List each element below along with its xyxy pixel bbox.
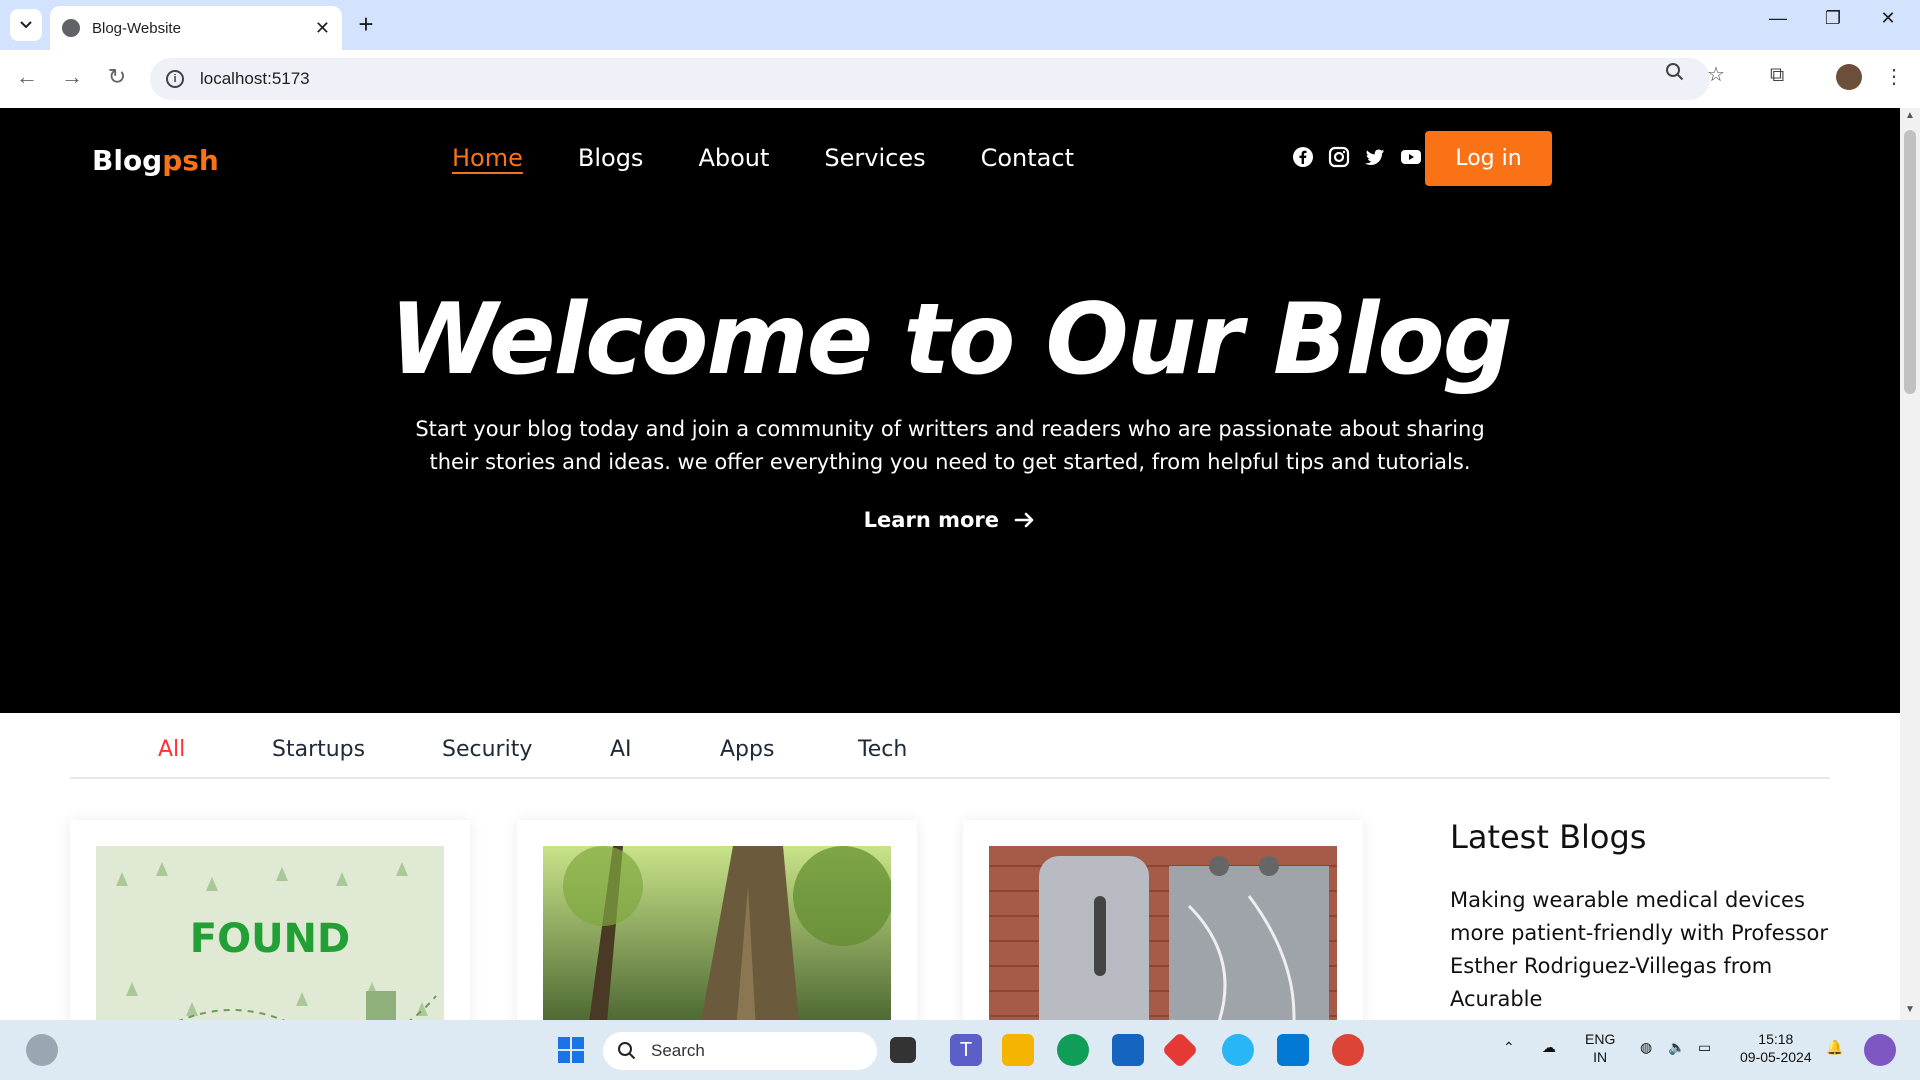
nav-services[interactable]: Services — [824, 144, 925, 172]
address-bar[interactable]: i localhost:5173 — [150, 58, 1710, 100]
tab-search-button[interactable] — [10, 9, 42, 41]
category-tabs: All Startups Security AI Apps Tech — [70, 713, 1830, 779]
language-indicator[interactable]: ENG IN — [1585, 1030, 1615, 1066]
bookmark-star-icon[interactable]: ☆ — [1707, 62, 1725, 87]
reload-button[interactable]: ↻ — [102, 64, 132, 90]
globe-icon — [62, 19, 80, 37]
new-tab-button[interactable]: + — [352, 9, 380, 39]
site-info-icon[interactable]: i — [166, 70, 184, 88]
social-links — [1292, 146, 1422, 168]
chevron-down-icon — [20, 21, 32, 29]
blog-card[interactable] — [517, 820, 917, 1020]
vscode-icon[interactable] — [1277, 1034, 1309, 1066]
teams-icon[interactable]: T — [950, 1034, 982, 1066]
blog-card[interactable] — [963, 820, 1363, 1020]
weather-widget-icon[interactable] — [26, 1034, 58, 1066]
copilot-icon[interactable] — [1864, 1034, 1896, 1066]
more-menu-icon[interactable]: ⋮ — [1884, 64, 1904, 89]
browser-toolbar: ← → ↻ i localhost:5173 ☆ ⧉ ⋮ — [0, 50, 1920, 108]
main-nav: Home Blogs About Services Contact — [452, 144, 1074, 172]
hero-title: Welcome to Our Blog — [389, 283, 1513, 397]
windows-taskbar: Search T ⌃ ☁ ENG IN ◍ 🔈 ▭ 15:18 09-05-20… — [0, 1020, 1920, 1080]
store-icon[interactable] — [1112, 1034, 1144, 1066]
site-logo[interactable]: Blogpsh — [92, 144, 219, 177]
taskbar-search-placeholder: Search — [651, 1041, 705, 1060]
arrow-right-icon — [1006, 508, 1036, 532]
app-icon[interactable] — [1222, 1034, 1254, 1066]
category-tech[interactable]: Tech — [858, 737, 907, 762]
blog-card-image — [543, 846, 891, 1020]
app-icon[interactable] — [1161, 1031, 1199, 1069]
category-security[interactable]: Security — [442, 737, 532, 762]
nav-contact[interactable]: Contact — [981, 144, 1074, 172]
category-startups[interactable]: Startups — [272, 737, 365, 762]
chrome-icon[interactable] — [1332, 1034, 1364, 1066]
nav-home[interactable]: Home — [452, 144, 523, 172]
blog-card-image — [989, 846, 1337, 1020]
page-viewport: Blogpsh Home Blogs About Services Contac… — [0, 108, 1900, 1020]
learn-more-link[interactable]: Learn more — [0, 508, 1900, 532]
file-explorer-icon[interactable] — [1002, 1034, 1034, 1066]
notification-bell-icon[interactable]: 🔔 — [1826, 1038, 1843, 1056]
hero-subtitle: Start your blog today and join a communi… — [415, 417, 1485, 474]
category-apps[interactable]: Apps — [720, 737, 774, 762]
close-tab-icon[interactable]: ✕ — [315, 18, 330, 39]
latest-blogs-heading: Latest Blogs — [1450, 818, 1647, 856]
youtube-icon[interactable] — [1400, 146, 1422, 168]
latest-blog-link[interactable]: Making wearable medical devices more pat… — [1450, 884, 1850, 1016]
category-ai[interactable]: AI — [610, 737, 632, 762]
clock-time: 15:18 — [1758, 1031, 1794, 1047]
url-text: localhost:5173 — [200, 69, 310, 88]
volume-icon[interactable]: 🔈 — [1668, 1038, 1685, 1056]
chevron-up-icon[interactable]: ⌃ — [1503, 1038, 1515, 1056]
language-code: ENG — [1585, 1031, 1616, 1047]
latest-blogs: Latest Blogs Making wearable medical dev… — [1450, 818, 1850, 1016]
blog-card[interactable]: FOUND — [70, 820, 470, 1020]
extensions-icon[interactable]: ⧉ — [1770, 64, 1784, 87]
nav-about[interactable]: About — [698, 144, 769, 172]
clock-date: 09-05-2024 — [1740, 1049, 1812, 1065]
twitter-icon[interactable] — [1364, 146, 1386, 168]
onedrive-icon[interactable]: ☁ — [1542, 1038, 1556, 1056]
learn-more-label: Learn more — [863, 508, 999, 532]
hero-section: Blogpsh Home Blogs About Services Contac… — [0, 108, 1900, 713]
search-icon — [618, 1042, 636, 1060]
windows-start-icon[interactable] — [555, 1034, 587, 1066]
restore-button[interactable]: ❐ — [1813, 8, 1853, 29]
blog-card-image: FOUND — [96, 846, 444, 1020]
nav-blogs[interactable]: Blogs — [578, 144, 644, 172]
battery-icon[interactable]: ▭ — [1698, 1038, 1711, 1056]
category-all[interactable]: All — [158, 737, 185, 762]
logo-main-text: Blog — [92, 144, 163, 177]
edge-icon[interactable] — [1057, 1034, 1089, 1066]
facebook-icon[interactable] — [1292, 146, 1314, 168]
taskbar-search[interactable]: Search — [603, 1032, 877, 1070]
scroll-up-icon[interactable]: ▲ — [1905, 110, 1915, 121]
zoom-icon[interactable] — [1665, 62, 1685, 88]
page-scrollbar[interactable]: ▲ ▼ — [1900, 108, 1920, 1020]
back-button[interactable]: ← — [12, 64, 42, 90]
clock[interactable]: 15:18 09-05-2024 — [1740, 1030, 1812, 1066]
logo-accent-text: psh — [162, 144, 219, 177]
region-code: IN — [1593, 1049, 1608, 1065]
card-image-text: FOUND — [189, 916, 351, 962]
minimize-button[interactable]: — — [1758, 8, 1798, 29]
login-button[interactable]: Log in — [1425, 131, 1552, 186]
tab-title: Blog-Website — [92, 19, 181, 37]
browser-tabbar: Blog-Website ✕ + — ❐ ✕ — [0, 0, 1920, 50]
scrollbar-thumb[interactable] — [1904, 130, 1916, 394]
instagram-icon[interactable] — [1328, 146, 1350, 168]
close-window-button[interactable]: ✕ — [1868, 8, 1908, 29]
browser-tab[interactable]: Blog-Website ✕ — [50, 6, 342, 50]
forward-button[interactable]: → — [57, 64, 87, 90]
network-icon[interactable]: ◍ — [1640, 1038, 1652, 1056]
scroll-down-icon[interactable]: ▼ — [1905, 1004, 1915, 1015]
task-view-icon[interactable] — [890, 1037, 916, 1063]
profile-avatar[interactable] — [1836, 64, 1862, 90]
